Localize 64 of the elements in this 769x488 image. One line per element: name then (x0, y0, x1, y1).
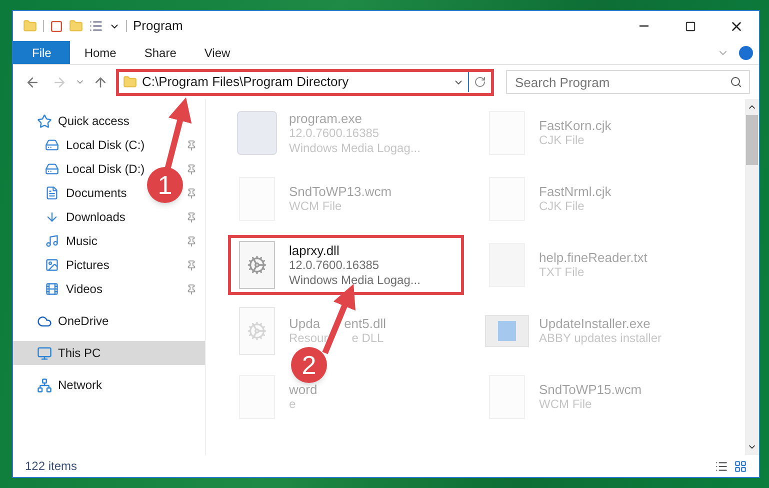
details-view-icon[interactable] (715, 460, 728, 472)
sidebar-item[interactable]: Quick access (13, 109, 205, 133)
file-detail: CJK File (539, 199, 584, 214)
sidebar-item[interactable]: Downloads (45, 208, 126, 226)
sidebar-item[interactable]: Local Disk (D:) (45, 160, 145, 178)
file-detail: WCM File (289, 199, 342, 214)
sidebar-item[interactable]: Music (45, 232, 98, 250)
file-detail: e DLL (352, 331, 384, 346)
file-detail: 12.0.7600.16385 (289, 258, 380, 272)
file-detail: ABBY updates installer (539, 331, 662, 346)
back-icon[interactable] (25, 74, 40, 90)
address-path: C:\Program Files\Program Directory (142, 73, 349, 92)
file-detail: WCM File (539, 397, 592, 412)
ribbon-tab[interactable]: File (13, 41, 70, 64)
folder-icon (123, 75, 137, 89)
refresh-icon[interactable] (474, 76, 486, 88)
tiles-view-icon[interactable] (734, 460, 747, 472)
file-name[interactable]: laprxy.dll (289, 242, 340, 258)
drive-icon (45, 162, 59, 176)
item-count: 122 items (25, 458, 78, 475)
window-title: Program (133, 17, 183, 36)
picture-icon (45, 258, 59, 272)
sidebar-item[interactable]: This PC (13, 341, 205, 365)
sidebar-item[interactable]: OneDrive (13, 309, 205, 333)
step-badge: 1 (147, 167, 183, 203)
film-icon (45, 282, 59, 296)
file-detail: e (289, 397, 296, 412)
file-detail: TXT File (539, 265, 584, 280)
file-detail: Windows Media Logag... (289, 140, 420, 156)
cloud-icon (37, 314, 52, 328)
view-options-icon[interactable] (89, 19, 103, 33)
program-icon (237, 111, 277, 155)
search-field[interactable]: Search Program (506, 70, 750, 94)
file-detail: CJK File (539, 133, 584, 148)
file-detail: Resour (289, 331, 328, 346)
ribbon-tab[interactable]: Share (130, 41, 190, 64)
star-icon (37, 114, 52, 128)
scroll-thumb[interactable] (746, 115, 758, 165)
file-detail: 12.0.7600.16385 (289, 126, 380, 140)
monitor-icon (37, 346, 52, 360)
maximize-icon (684, 20, 696, 32)
vertical-scrollbar[interactable] (745, 99, 759, 455)
network-icon (37, 378, 52, 392)
sidebar-item[interactable]: Local Disk (C:) (45, 136, 145, 154)
sidebar-item[interactable]: Pictures (45, 256, 110, 274)
sidebar-item[interactable]: Videos (45, 280, 102, 298)
search-icon (730, 76, 742, 88)
address-bar[interactable]: C:\Program Files\Program Directory (116, 68, 494, 96)
ribbon-tab[interactable]: View (190, 41, 244, 64)
music-note-icon (45, 234, 59, 248)
sidebar-item[interactable]: Network (13, 373, 205, 397)
toolbar-separator (126, 20, 127, 32)
download-icon (45, 210, 59, 224)
toolbar-separator (43, 20, 44, 32)
step-badge: 2 (291, 347, 327, 383)
file-detail: Windows Media Logag... (289, 272, 420, 288)
document-icon (45, 186, 59, 200)
installer-icon (485, 315, 529, 347)
settings-file-icon (239, 241, 275, 289)
sidebar-item[interactable]: Documents (45, 184, 127, 202)
settings-file-icon (239, 307, 275, 355)
drive-icon (45, 138, 59, 152)
up-icon[interactable] (93, 74, 108, 90)
ribbon-tab[interactable]: Home (70, 41, 130, 64)
